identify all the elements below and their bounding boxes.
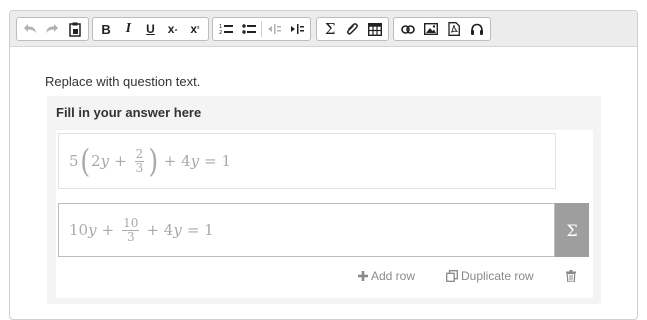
var-a: y [88,221,97,239]
italic-button[interactable]: I [117,18,139,40]
superscript-label: x [190,22,198,36]
plus-icon [358,271,368,281]
toolbar-group-media [393,17,491,41]
math-row-1[interactable]: 5 ( 2y + 2 3 ) + 4y = 1 [58,133,556,189]
fraction: 2 3 [134,146,145,175]
fraction: 10 3 [122,215,140,244]
subscript-button[interactable]: x₂ [162,18,184,40]
subscript-small: ₂ [174,25,178,33]
coef: 5 [69,152,79,170]
undo-icon[interactable] [19,18,41,40]
add-row-button[interactable]: Add row [358,268,415,284]
sigma-icon[interactable]: Σ [319,18,341,40]
toolbar-group-lists: 12 [212,17,311,41]
fraction-numerator: 10 [122,215,140,231]
outdent-icon[interactable] [263,18,286,40]
superscript-small: ² [197,25,200,33]
answer-panel: Fill in your answer here 5 ( 2y + 2 3 ) … [47,96,601,304]
toolbar-group-format: B I U x₂ x² [92,17,209,41]
right-paren: ) [148,142,159,180]
delete-row-button[interactable] [566,268,576,284]
var-b: y [173,221,182,239]
math-editor-button[interactable]: Σ [555,203,589,257]
term-a: 2 [91,152,101,170]
fraction-denominator: 3 [126,229,135,244]
image-icon[interactable] [419,18,442,40]
toolbar-group-history [16,17,89,41]
math-row-2[interactable]: 10 y + 10 3 + 4y = 1 [58,203,555,257]
underline-button[interactable]: U [139,18,161,40]
left-paren: ( [79,142,90,180]
toolbar-separator [261,21,262,37]
math-expression-1: 5 ( 2y + 2 3 ) + 4y = 1 [69,141,231,181]
bold-button[interactable]: B [95,18,117,40]
rest: + 4 [163,152,191,170]
indent-icon[interactable] [285,18,308,40]
equals: = 1 [204,152,232,170]
pdf-icon[interactable] [442,18,465,40]
rest: + 4 [146,221,174,239]
subscript-label: x [167,22,175,36]
numbered-list-icon[interactable]: 12 [215,18,238,40]
toolbar: B I U x₂ x² 12 Σ [10,11,637,47]
plus: + [114,152,127,170]
question-text[interactable]: Replace with question text. [45,74,200,89]
coef: 10 [69,221,89,239]
trash-icon [566,270,576,282]
var-b: y [190,152,200,170]
toolbar-group-insert: Σ [316,17,389,41]
audio-icon[interactable] [465,18,488,40]
answer-rows: 5 ( 2y + 2 3 ) + 4y = 1 10 y + 10 3 + 4 … [56,130,593,298]
answer-panel-title: Fill in your answer here [56,105,202,120]
duplicate-row-button[interactable]: Duplicate row [446,268,534,284]
superscript-button[interactable]: x² [184,18,206,40]
copy-icon [446,270,458,282]
fraction-denominator: 3 [135,160,144,175]
svg-text:2: 2 [219,30,222,35]
link-icon[interactable] [396,18,419,40]
duplicate-row-label: Duplicate row [461,269,534,283]
fraction-numerator: 2 [134,146,145,162]
table-icon[interactable] [364,18,386,40]
redo-icon[interactable] [41,18,63,40]
paste-icon[interactable] [64,18,86,40]
math-expression-2: 10 y + 10 3 + 4y = 1 [69,210,214,250]
add-row-label: Add row [371,269,416,283]
bullet-list-icon[interactable] [238,18,261,40]
paperclip-icon[interactable] [341,18,363,40]
editor-frame: B I U x₂ x² 12 Σ Replace with question t… [9,10,638,320]
equals: = 1 [186,221,214,239]
plus: + [101,221,115,239]
var-a: y [100,152,110,170]
